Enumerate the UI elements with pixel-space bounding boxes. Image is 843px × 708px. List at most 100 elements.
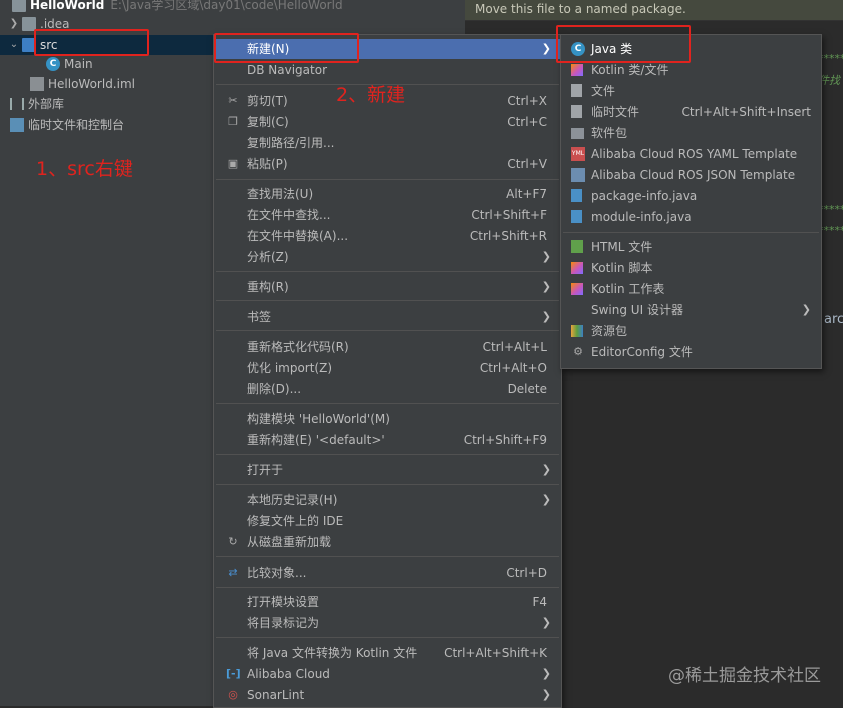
menu-item-delete[interactable]: 删除(D)... Delete: [214, 379, 561, 399]
compare-icon: ⇄: [228, 566, 238, 579]
submenu-item-file[interactable]: 文件: [561, 81, 821, 101]
menu-item-alibaba-cloud[interactable]: [-] Alibaba Cloud ❯: [214, 664, 561, 684]
chevron-right-icon: ❯: [541, 280, 551, 293]
project-name: HelloWorld: [30, 0, 105, 12]
watermark: @稀土掘金技术社区: [668, 666, 821, 686]
new-submenu: C Java 类 Kotlin 类/文件 文件 临时文件 Ctrl+Alt+Sh…: [560, 34, 822, 369]
submenu-item-editorconfig[interactable]: ⚙ EditorConfig 文件: [561, 342, 821, 362]
submenu-item-resource-bundle[interactable]: 资源包: [561, 321, 821, 341]
menu-item-bookmarks[interactable]: 书签 ❯: [214, 307, 561, 327]
alibaba-cloud-icon: [-]: [226, 667, 241, 680]
module-info-icon: [571, 210, 582, 223]
menu-item-local-history[interactable]: 本地历史记录(H) ❯: [214, 490, 561, 510]
file-icon: [571, 84, 582, 97]
menu-item-find-in-files[interactable]: 在文件中查找... Ctrl+Shift+F: [214, 205, 561, 225]
menu-item-db-navigator[interactable]: DB Navigator: [214, 60, 561, 80]
menu-item-convert-to-kotlin[interactable]: 将 Java 文件转换为 Kotlin 文件 Ctrl+Alt+Shift+K: [214, 643, 561, 663]
tree-item-scratches[interactable]: 临时文件和控制台: [8, 115, 124, 135]
clipboard-icon: ▣: [227, 157, 239, 170]
menu-separator: [216, 403, 559, 404]
menu-item-rebuild[interactable]: 重新构建(E) '<default>' Ctrl+Shift+F9: [214, 430, 561, 450]
submenu-item-ros-json[interactable]: Alibaba Cloud ROS JSON Template: [561, 165, 821, 185]
chevron-right-icon: ❯: [801, 303, 811, 316]
menu-item-reformat[interactable]: 重新格式化代码(R) Ctrl+Alt+L: [214, 337, 561, 357]
tree-item-label: Main: [64, 57, 93, 71]
submenu-item-package[interactable]: 软件包: [561, 123, 821, 143]
chevron-right-icon: ❯: [541, 42, 551, 55]
chevron-right-icon: ❯: [541, 310, 551, 323]
scissors-icon: ✂: [228, 94, 238, 107]
highlight-box-java-class: [556, 25, 691, 63]
chevron-right-icon[interactable]: ❯: [8, 14, 20, 34]
submenu-item-swing-ui[interactable]: Swing UI 设计器 ❯: [561, 300, 821, 320]
highlight-box-src: [34, 29, 149, 56]
submenu-item-module-info[interactable]: module-info.java: [561, 207, 821, 227]
tree-item-label: HelloWorld.iml: [48, 77, 135, 91]
submenu-item-scratch-file[interactable]: 临时文件 Ctrl+Alt+Shift+Insert: [561, 102, 821, 122]
menu-item-replace-in-files[interactable]: 在文件中替换(A)... Ctrl+Shift+R: [214, 226, 561, 246]
menu-separator: [563, 232, 819, 233]
menu-item-compare-with[interactable]: ⇄ 比较对象... Ctrl+D: [214, 563, 561, 583]
menu-item-paste[interactable]: ▣ 粘贴(P) Ctrl+V: [214, 154, 561, 174]
menu-item-build-module[interactable]: 构建模块 'HelloWorld'(M): [214, 409, 561, 429]
menu-item-module-settings[interactable]: 打开模块设置 F4: [214, 592, 561, 612]
menu-item-mark-directory[interactable]: 将目录标记为 ❯: [214, 613, 561, 633]
chevron-right-icon: ❯: [541, 688, 551, 701]
menu-item-refactor[interactable]: 重构(R) ❯: [214, 277, 561, 297]
menu-separator: [216, 300, 559, 301]
menu-separator: [216, 454, 559, 455]
submenu-item-ros-yaml[interactable]: YML Alibaba Cloud ROS YAML Template: [561, 144, 821, 164]
code-fragment: arc: [824, 312, 843, 327]
copy-icon: ❐: [228, 115, 238, 128]
html-file-icon: [571, 240, 583, 253]
tree-project-root[interactable]: HelloWorld E:\Java学习区域\day01\code\HelloW…: [10, 0, 343, 15]
menu-item-sonarlint[interactable]: ◎ SonarLint ❯: [214, 685, 561, 705]
kotlin-icon: [571, 64, 583, 76]
menu-item-open-in[interactable]: 打开于 ❯: [214, 460, 561, 480]
project-folder-icon: [12, 0, 26, 12]
menu-separator: [216, 179, 559, 180]
tree-item-libraries[interactable]: 外部库: [8, 94, 64, 114]
tree-item-label: 临时文件和控制台: [28, 118, 125, 132]
menu-separator: [216, 330, 559, 331]
menu-item-find-usages[interactable]: 查找用法(U) Alt+F7: [214, 184, 561, 204]
module-file-icon: [30, 77, 44, 91]
chevron-right-icon: ❯: [541, 250, 551, 263]
package-info-icon: [571, 189, 582, 202]
yaml-file-icon: YML: [571, 147, 585, 161]
annotation-step2: 2、新建: [336, 84, 406, 106]
menu-item-copy[interactable]: ❐ 复制(C) Ctrl+C: [214, 112, 561, 132]
libraries-icon: [10, 98, 24, 110]
submenu-item-kotlin-script[interactable]: Kotlin 脚本: [561, 258, 821, 278]
project-path: E:\Java学习区域\day01\code\HelloWorld: [110, 0, 343, 12]
scratches-icon: [10, 118, 24, 132]
chevron-right-icon: ❯: [541, 463, 551, 476]
sonarlint-icon: ◎: [228, 688, 238, 701]
chevron-right-icon: ❯: [541, 667, 551, 680]
resource-bundle-icon: [571, 325, 583, 337]
kotlin-script-icon: [571, 262, 583, 274]
tree-item-iml[interactable]: HelloWorld.iml: [28, 74, 135, 94]
submenu-item-html-file[interactable]: HTML 文件: [561, 237, 821, 257]
chevron-right-icon: ❯: [541, 616, 551, 629]
menu-item-reload-from-disk[interactable]: ↻ 从磁盘重新加载: [214, 532, 561, 552]
menu-item-copy-path[interactable]: 复制路径/引用...: [214, 133, 561, 153]
kotlin-worksheet-icon: [571, 283, 583, 295]
tree-item-main[interactable]: C Main: [46, 54, 93, 74]
submenu-item-package-info[interactable]: package-info.java: [561, 186, 821, 206]
chevron-down-icon[interactable]: ⌄: [8, 35, 20, 55]
scratch-file-icon: [571, 105, 582, 118]
json-file-icon: [571, 168, 585, 182]
gear-icon: ⚙: [573, 345, 583, 358]
java-class-icon: C: [46, 57, 60, 71]
menu-separator: [216, 637, 559, 638]
menu-separator: [216, 271, 559, 272]
refresh-icon: ↻: [228, 535, 238, 548]
menu-item-optimize-imports[interactable]: 优化 import(Z) Ctrl+Alt+O: [214, 358, 561, 378]
menu-item-analyze[interactable]: 分析(Z) ❯: [214, 247, 561, 267]
submenu-item-kotlin-class[interactable]: Kotlin 类/文件: [561, 60, 821, 80]
menu-separator: [216, 587, 559, 588]
menu-item-repair-ide[interactable]: 修复文件上的 IDE: [214, 511, 561, 531]
submenu-item-kotlin-worksheet[interactable]: Kotlin 工作表: [561, 279, 821, 299]
menu-separator: [216, 556, 559, 557]
